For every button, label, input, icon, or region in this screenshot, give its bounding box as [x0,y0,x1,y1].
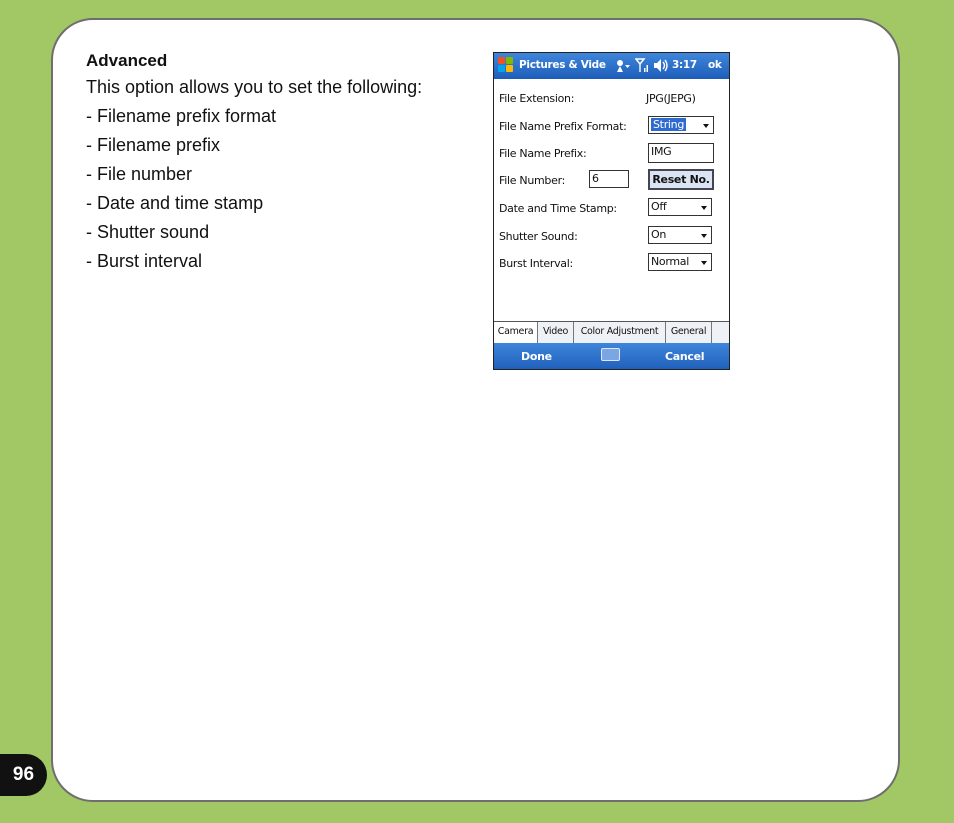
device-screenshot: Pictures & Vide 3:17 ok File Extension: … [493,52,730,370]
burst-interval-dropdown[interactable]: Normal [648,253,712,271]
file-number-input[interactable]: 6 [589,170,629,188]
list-item: - Date and time stamp [86,193,264,213]
file-extension-label: File Extension: [499,92,575,105]
file-number-value: 6 [592,172,599,185]
app-title: Pictures & Vide [519,59,606,71]
windows-start-icon[interactable] [498,57,514,74]
tab-general[interactable]: General [666,322,712,343]
softkey-bar: Done Cancel [494,343,729,369]
list-item: - Shutter sound [86,222,210,242]
volume-icon[interactable] [653,58,669,73]
list-item: - File number [86,164,193,184]
ok-button[interactable]: ok [708,59,722,71]
list-item: - Burst interval [86,251,203,271]
reset-number-button[interactable]: Reset No. [648,169,714,190]
keyboard-icon[interactable] [601,348,620,361]
done-button[interactable]: Done [521,350,552,363]
list-item: - Filename prefix [86,135,221,155]
chevron-down-icon [698,202,709,213]
title-bar: Pictures & Vide 3:17 ok [494,53,729,79]
list-item: - Filename prefix format [86,106,277,126]
intro-text: This option allows you to set the follow… [86,77,423,97]
burst-interval-value: Normal [651,255,689,268]
chevron-down-icon [698,257,709,268]
shutter-sound-label: Shutter Sound: [499,230,578,243]
prefix-format-label: File Name Prefix Format: [499,120,627,133]
page-number: 96 [0,754,47,796]
file-number-label: File Number: [499,174,566,187]
document-body: Advanced This option allows you to set t… [86,48,466,276]
chevron-down-icon [700,120,711,131]
shutter-sound-value: On [651,228,667,241]
tab-strip: Camera Video Color Adjustment General [494,321,729,344]
date-stamp-value: Off [651,200,667,213]
prefix-label: File Name Prefix: [499,147,587,160]
prefix-format-value: String [651,118,687,131]
prefix-value: IMG [651,145,672,158]
date-stamp-label: Date and Time Stamp: [499,202,617,215]
prefix-input[interactable]: IMG [648,143,714,163]
chevron-down-icon [698,230,709,241]
file-extension-value: JPG(JEPG) [646,92,696,105]
clock[interactable]: 3:17 [672,59,697,71]
prefix-format-dropdown[interactable]: String [648,116,714,134]
shutter-sound-dropdown[interactable]: On [648,226,712,244]
tab-camera[interactable]: Camera [494,322,538,344]
date-stamp-dropdown[interactable]: Off [648,198,712,216]
tab-video[interactable]: Video [538,322,574,343]
connectivity-icon[interactable] [615,58,631,73]
burst-interval-label: Burst Interval: [499,257,573,270]
signal-strength-icon[interactable] [635,58,649,73]
section-heading: Advanced [86,51,168,70]
option-list: - Filename prefix format - Filename pref… [86,102,466,276]
cancel-button[interactable]: Cancel [665,350,705,363]
tab-color-adjustment[interactable]: Color Adjustment [574,322,666,343]
